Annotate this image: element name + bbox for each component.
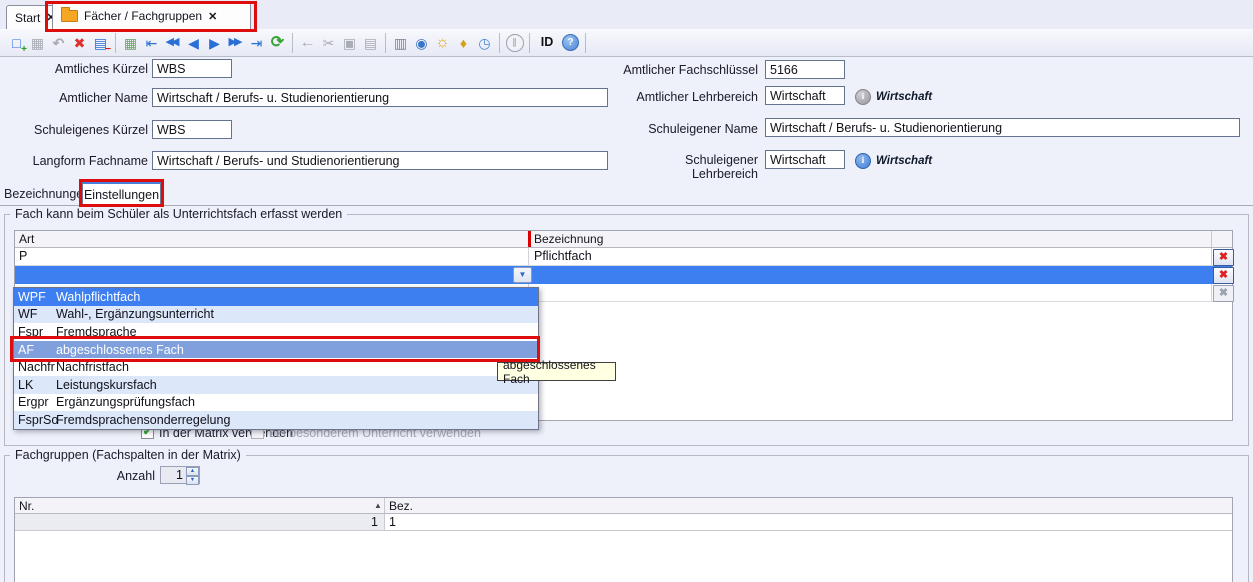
column-marker <box>528 231 531 247</box>
toolbar-separator <box>585 33 586 53</box>
table-row-pflichtfach[interactable]: P Pflichtfach ✖ <box>15 248 1232 266</box>
input-langform-fachname[interactable]: Wirtschaft / Berufs- und Studienorientie… <box>152 151 608 170</box>
anzahl-value: 1 <box>161 467 186 483</box>
first-record-icon[interactable]: ⇤ <box>141 32 162 54</box>
delete-record-icon[interactable]: ✖ <box>69 32 90 54</box>
dropdown-item-lk[interactable]: LK Leistungskursfach <box>14 376 538 394</box>
header-divider <box>384 498 385 513</box>
data-grid-icon[interactable]: ▦ <box>120 32 141 54</box>
label-amtlicher-name: Amtlicher Name <box>6 91 148 105</box>
delete-row-button[interactable]: ✖ <box>1213 249 1234 266</box>
combo-chevron-down-icon[interactable]: ▼ <box>513 267 532 283</box>
new-record-icon[interactable]: □+ <box>6 32 27 54</box>
app-window: Start ✕ Fächer / Fachgruppen ✕ □+ ▦ ↶ ✖ … <box>0 0 1253 582</box>
copy-icon[interactable]: ▣ <box>339 32 360 54</box>
input-amtlicher-fachschluessel[interactable]: 5166 <box>765 60 845 79</box>
annotation-box-active-tab <box>45 1 257 32</box>
schuleigener-lehrbereich-resolved-text: Wirtschaft <box>876 155 932 167</box>
cell-divider <box>528 248 529 265</box>
label-schuleigener-lehrbereich: Schuleigener Lehrbereich <box>618 153 758 181</box>
label-amtliches-kuerzel: Amtliches Kürzel <box>6 62 148 76</box>
print-icon[interactable]: ▥ <box>390 32 411 54</box>
spinner-up-icon[interactable]: ▲ <box>186 467 199 476</box>
toolbar-separator <box>499 33 500 53</box>
cell-nr: 1 <box>15 515 378 529</box>
info-icon-blue: i <box>855 153 871 169</box>
tips-bulb-icon[interactable]: ☼ <box>432 32 453 54</box>
input-amtlicher-name[interactable]: Wirtschaft / Berufs- u. Studienorientier… <box>152 88 608 107</box>
edit-properties-icon[interactable]: ▤− <box>90 32 111 54</box>
preview-eye-icon[interactable]: ◉ <box>411 32 432 54</box>
dropdown-item-ergpr[interactable]: Ergpr Ergänzungsprüfungsfach <box>14 394 538 412</box>
amtlicher-lehrbereich-resolved-text: Wirtschaft <box>876 91 932 103</box>
paste-icon[interactable]: ▤ <box>360 32 381 54</box>
undo-icon[interactable]: ↶ <box>48 32 69 54</box>
toolbar-separator <box>292 33 293 53</box>
label-amtlicher-lehrbereich: Amtlicher Lehrbereich <box>618 90 758 104</box>
col-header-bez[interactable]: Bez. <box>389 499 413 513</box>
table2-header: Nr. ▲ Bez. <box>15 498 1232 514</box>
col-header-bezeichnung[interactable]: Bezeichnung <box>534 232 603 246</box>
fachgruppe-row[interactable]: 1 1 <box>15 514 1232 531</box>
fast-forward-icon[interactable]: ▶▶ <box>225 32 246 54</box>
id-button[interactable]: ID <box>534 32 560 54</box>
help-icon[interactable]: ? <box>560 32 581 54</box>
groupbox-fachgruppen-title: Fachgruppen (Fachspalten in der Matrix) <box>10 448 246 462</box>
back-arrow-icon[interactable]: ← <box>297 32 318 54</box>
spinner-down-icon[interactable]: ▼ <box>186 476 199 485</box>
refresh-icon[interactable]: ⟳ <box>267 32 288 54</box>
info-icon-gray: i <box>855 89 871 105</box>
header-divider <box>1211 231 1212 247</box>
dropdown-item-wf[interactable]: WF Wahl-, Ergänzungsunterricht <box>14 306 538 324</box>
cell-art: P <box>19 249 27 263</box>
annotation-box-af-item <box>10 336 540 362</box>
sort-ascending-icon: ▲ <box>374 501 382 510</box>
main-toolbar: □+ ▦ ↶ ✖ ▤− ▦ ⇤ ◀◀ ◀ ▶ ▶▶ ⇥ ⟳ ← ✂ ▣ ▤ ▥ … <box>0 29 1253 57</box>
toolbar-separator <box>385 33 386 53</box>
last-record-icon[interactable]: ⇥ <box>246 32 267 54</box>
fachgruppen-table: Nr. ▲ Bez. 1 1 <box>14 497 1233 582</box>
groupbox-unterrichtsfach-title: Fach kann beim Schüler als Unterrichtsfa… <box>10 207 347 221</box>
anzahl-spinner[interactable]: 1 ▲ ▼ <box>160 466 200 484</box>
label-langform-fachname: Langform Fachname <box>6 154 148 168</box>
table1-header: Art Bezeichnung <box>15 231 1232 248</box>
dropdown-item-fsprso[interactable]: FsprSo Fremdsprachensonderregelung <box>14 411 538 429</box>
cell-bezeichnung: Pflichtfach <box>534 249 592 263</box>
input-amtlicher-lehrbereich[interactable]: Wirtschaft <box>765 86 845 105</box>
col-header-art[interactable]: Art <box>19 232 34 246</box>
save-icon[interactable]: ▦ <box>27 32 48 54</box>
input-schuleigenes-kuerzel[interactable]: WBS <box>152 120 232 139</box>
toolbar-separator <box>115 33 116 53</box>
settings-icon[interactable]: ∥ <box>504 32 525 54</box>
input-schuleigener-lehrbereich[interactable]: Wirtschaft <box>765 150 845 169</box>
cut-icon[interactable]: ✂ <box>318 32 339 54</box>
cell-divider <box>1211 248 1212 265</box>
tab-bezeichnungen[interactable]: Bezeichnungen <box>4 187 82 201</box>
notification-bell-icon[interactable]: ♦ <box>453 32 474 54</box>
label-schuleigener-name: Schuleigener Name <box>618 122 758 136</box>
input-amtliches-kuerzel[interactable]: WBS <box>152 59 232 78</box>
dropdown-item-wpf[interactable]: WPF Wahlpflichtfach <box>14 288 538 306</box>
input-schuleigener-name[interactable]: Wirtschaft / Berufs- u. Studienorientier… <box>765 118 1240 137</box>
next-record-icon[interactable]: ▶ <box>204 32 225 54</box>
cell-divider <box>384 514 385 530</box>
label-anzahl: Anzahl <box>60 469 155 483</box>
col-header-nr[interactable]: Nr. <box>19 499 34 513</box>
delete-row-button-disabled: ✖ <box>1213 285 1234 302</box>
subtab-baseline <box>0 205 1253 206</box>
label-schuleigenes-kuerzel: Schuleigenes Kürzel <box>6 123 148 137</box>
tab-start-label: Start <box>15 11 40 25</box>
cell-divider <box>1211 284 1212 301</box>
annotation-box-einstellungen-tab <box>79 179 164 207</box>
label-amtlicher-fachschluessel: Amtlicher Fachschlüssel <box>618 63 758 77</box>
fast-backward-icon[interactable]: ◀◀ <box>162 32 183 54</box>
tooltip: abgeschlossenes Fach <box>497 362 616 381</box>
cell-bez[interactable]: 1 <box>389 515 396 529</box>
table-row-selected-new[interactable]: ▼ ✖ <box>15 266 1232 284</box>
delete-row-button[interactable]: ✖ <box>1213 267 1234 284</box>
alarm-clock-icon[interactable]: ◷ <box>474 32 495 54</box>
toolbar-separator <box>529 33 530 53</box>
previous-record-icon[interactable]: ◀ <box>183 32 204 54</box>
